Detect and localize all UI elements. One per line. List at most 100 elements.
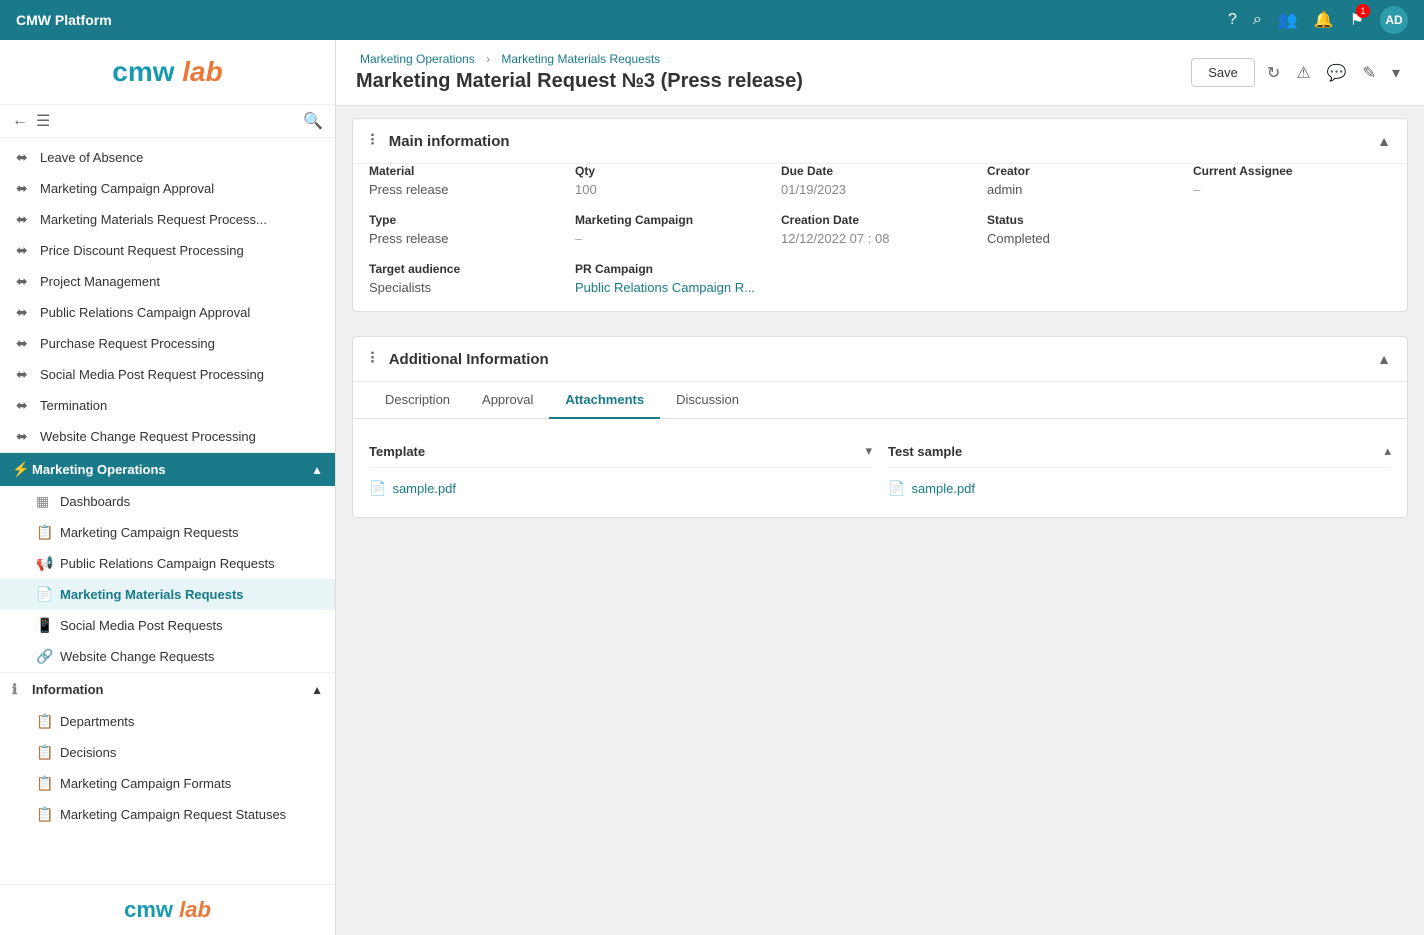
marketing-campaign-cell: Marketing Campaign – xyxy=(575,213,773,246)
sidebar-item-marketing-campaign-approval[interactable]: ⬌ Marketing Campaign Approval xyxy=(0,173,335,204)
search-icon[interactable]: ⌕ xyxy=(1253,11,1262,29)
tab-discussion[interactable]: Discussion xyxy=(660,382,755,419)
materials-icon: 📄 xyxy=(36,586,52,603)
template-file-item[interactable]: 📄 sample.pdf xyxy=(369,476,872,501)
sidebar-item-price-discount-request-processing[interactable]: ⬌ Price Discount Request Processing xyxy=(0,235,335,266)
workflow-icon: ⬌ xyxy=(16,211,32,228)
footer-logo-lab: lab xyxy=(179,897,211,922)
sidebar-item-marketing-campaign-request-statuses[interactable]: 📋 Marketing Campaign Request Statuses xyxy=(0,799,335,830)
sidebar-item-public-relations-campaign-requests[interactable]: 📢 Public Relations Campaign Requests xyxy=(0,548,335,579)
sidebar-item-marketing-materials-request-process[interactable]: ⬌ Marketing Materials Request Process... xyxy=(0,204,335,235)
template-attachment-section: Template ▾ 📄 sample.pdf xyxy=(369,435,872,501)
workflow-icon: ⬌ xyxy=(16,149,32,166)
breadcrumb-marketing-operations[interactable]: Marketing Operations xyxy=(360,52,475,66)
workflow-icon: ⬌ xyxy=(16,397,32,414)
type-value: Press release xyxy=(369,231,567,246)
chevron-down-header-icon[interactable]: ▾ xyxy=(1388,59,1404,87)
main-info-panel-header[interactable]: ⠇ Main information ▲ xyxy=(353,119,1407,164)
workflow-icon: ⬌ xyxy=(16,242,32,259)
template-section-header: Template ▾ xyxy=(369,435,872,468)
menu-icon[interactable]: ☰ xyxy=(36,111,50,131)
sidebar-item-purchase-request-processing[interactable]: ⬌ Purchase Request Processing xyxy=(0,328,335,359)
chevron-down-icon: ▲ xyxy=(311,683,323,697)
decisions-icon: 📋 xyxy=(36,744,52,761)
template-section-title: Template xyxy=(369,444,425,459)
type-cell: Type Press release xyxy=(369,213,567,246)
flag-icon[interactable]: ⚑ 1 xyxy=(1350,10,1364,30)
bell-icon[interactable]: 🔔 xyxy=(1314,10,1334,30)
type-label: Type xyxy=(369,213,567,227)
departments-icon: 📋 xyxy=(36,713,52,730)
sidebar-nav: ⬌ Leave of Absence ⬌ Marketing Campaign … xyxy=(0,138,335,884)
back-icon[interactable]: ← xyxy=(12,112,28,130)
test-sample-pdf-icon: 📄 xyxy=(888,480,905,497)
panel-collapse-icon[interactable]: ▲ xyxy=(1377,133,1391,149)
tab-attachments[interactable]: Attachments xyxy=(549,382,660,419)
sidebar-search-icon[interactable]: 🔍 xyxy=(303,111,323,131)
info-section-icon: ℹ xyxy=(12,681,28,698)
pr-campaign-value[interactable]: Public Relations Campaign R... xyxy=(575,280,773,295)
additional-info-panel-header[interactable]: ⠇ Additional Information ▲ xyxy=(353,337,1407,382)
sidebar-item-social-media-post-request-processing[interactable]: ⬌ Social Media Post Request Processing xyxy=(0,359,335,390)
app-title: CMW Platform xyxy=(16,12,112,28)
chevron-up-icon: ▲ xyxy=(311,463,323,477)
additional-info-title: Additional Information xyxy=(389,351,1377,368)
refresh-icon[interactable]: ↻ xyxy=(1263,59,1284,87)
avatar[interactable]: AD xyxy=(1380,6,1408,34)
sidebar-item-termination[interactable]: ⬌ Termination xyxy=(0,390,335,421)
template-collapse-icon[interactable]: ▾ xyxy=(865,443,872,459)
creator-label2: Creator xyxy=(987,164,1185,178)
qty-cell2: Qty 100 xyxy=(575,164,773,197)
sidebar-item-decisions[interactable]: 📋 Decisions xyxy=(0,737,335,768)
flag-badge: 1 xyxy=(1356,4,1370,18)
main-info-title: Main information xyxy=(389,133,1377,150)
header-actions: Save ↻ ⚠ 💬 ✎ ▾ xyxy=(1191,58,1404,87)
tab-approval[interactable]: Approval xyxy=(466,382,549,419)
qty-value2: 100 xyxy=(575,182,773,197)
sidebar-item-marketing-campaign-requests[interactable]: 📋 Marketing Campaign Requests xyxy=(0,517,335,548)
sidebar-item-social-media-post-requests[interactable]: 📱 Social Media Post Requests xyxy=(0,610,335,641)
test-sample-collapse-icon[interactable]: ▴ xyxy=(1384,443,1391,459)
comment-icon[interactable]: 💬 xyxy=(1323,59,1351,87)
sidebar-item-marketing-campaign-formats[interactable]: 📋 Marketing Campaign Formats xyxy=(0,768,335,799)
sidebar-section-information[interactable]: ℹ Information ▲ xyxy=(0,672,335,706)
sidebar-item-public-relations-campaign-approval[interactable]: ⬌ Public Relations Campaign Approval xyxy=(0,297,335,328)
website-icon: 🔗 xyxy=(36,648,52,665)
additional-panel-collapse-icon[interactable]: ▲ xyxy=(1377,351,1391,367)
material-value2: Press release xyxy=(369,182,567,197)
footer-logo: cmw lab xyxy=(124,897,211,923)
sidebar-item-project-management[interactable]: ⬌ Project Management xyxy=(0,266,335,297)
material-label2: Material xyxy=(369,164,567,178)
test-sample-section-header: Test sample ▴ xyxy=(888,435,1391,468)
pr-campaign-cell: PR Campaign Public Relations Campaign R.… xyxy=(575,262,773,295)
due-date-cell2: Due Date 01/19/2023 xyxy=(781,164,979,197)
workflow-icon: ⬌ xyxy=(16,180,32,197)
target-audience-label: Target audience xyxy=(369,262,567,276)
info-grid-full: Material Press release Qty 100 Due Date … xyxy=(369,164,1391,295)
attachments-grid: Template ▾ 📄 sample.pdf Test sample ▴ xyxy=(353,419,1407,517)
sidebar-item-marketing-materials-requests[interactable]: 📄 Marketing Materials Requests xyxy=(0,579,335,610)
help-icon[interactable]: ? xyxy=(1228,11,1237,29)
sidebar-section-marketing-operations[interactable]: ⚡ Marketing Operations ▲ xyxy=(0,452,335,486)
test-sample-file-item[interactable]: 📄 sample.pdf xyxy=(888,476,1391,501)
creator-value2: admin xyxy=(987,182,1185,197)
breadcrumb-marketing-materials-requests[interactable]: Marketing Materials Requests xyxy=(501,52,660,66)
sidebar-item-website-change-request-processing[interactable]: ⬌ Website Change Request Processing xyxy=(0,421,335,452)
nav-icons: ? ⌕ 👥 🔔 ⚑ 1 AD xyxy=(1228,6,1408,34)
pdf-icon: 📄 xyxy=(369,480,386,497)
sidebar-item-departments[interactable]: 📋 Departments xyxy=(0,706,335,737)
sidebar-logo: cmw lab xyxy=(0,40,335,105)
warning-icon[interactable]: ⚠ xyxy=(1292,59,1314,87)
sidebar-item-dashboards[interactable]: ▦ Dashboards xyxy=(0,486,335,517)
tab-description[interactable]: Description xyxy=(369,382,466,419)
sidebar-item-website-change-requests[interactable]: 🔗 Website Change Requests xyxy=(0,641,335,672)
users-icon[interactable]: 👥 xyxy=(1278,10,1298,30)
edit-icon[interactable]: ✎ xyxy=(1359,59,1380,87)
target-audience-cell: Target audience Specialists xyxy=(369,262,567,295)
logo-cmw: cmw xyxy=(112,56,182,87)
additional-info-panel: ⠇ Additional Information ▲ Description A… xyxy=(352,336,1408,518)
sidebar-item-leave-of-absence[interactable]: ⬌ Leave of Absence xyxy=(0,142,335,173)
save-button[interactable]: Save xyxy=(1191,58,1255,87)
current-assignee-label: Current Assignee xyxy=(1193,164,1391,178)
pr-campaign-label: PR Campaign xyxy=(575,262,773,276)
